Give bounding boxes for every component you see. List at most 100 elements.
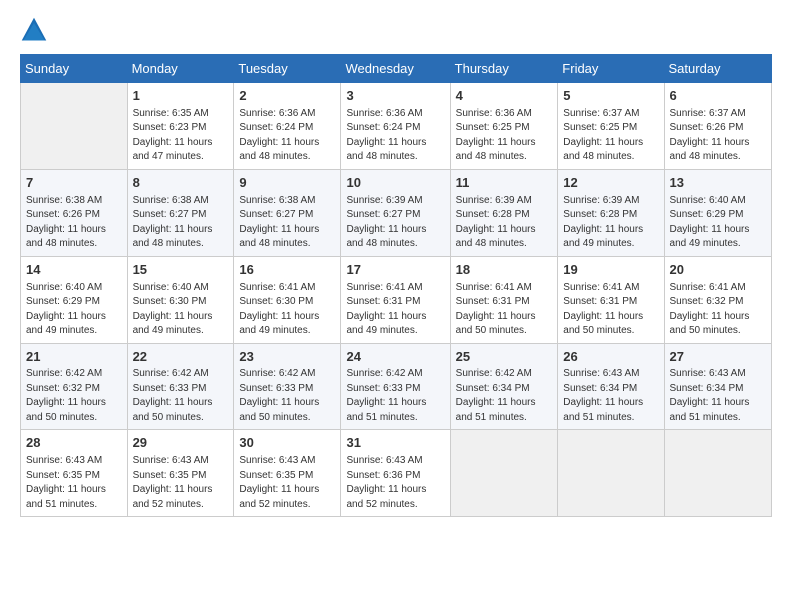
day-info: Daylight: 11 hours — [239, 483, 335, 498]
day-cell: 31Sunrise: 6:43 AMSunset: 6:36 PMDayligh… — [341, 430, 450, 517]
day-number: 13 — [670, 174, 766, 193]
day-number: 21 — [26, 348, 122, 367]
day-info: Sunset: 6:33 PM — [239, 382, 335, 397]
day-info: Sunrise: 6:37 AM — [563, 107, 658, 122]
day-info: Sunrise: 6:40 AM — [26, 281, 122, 296]
day-info: Sunrise: 6:41 AM — [456, 281, 553, 296]
day-info: Daylight: 11 hours — [133, 483, 229, 498]
day-number: 19 — [563, 261, 658, 280]
logo-icon — [20, 16, 48, 44]
day-info: and 48 minutes. — [133, 237, 229, 252]
day-number: 29 — [133, 434, 229, 453]
day-info: Sunrise: 6:40 AM — [133, 281, 229, 296]
day-number: 2 — [239, 87, 335, 106]
day-info: Daylight: 11 hours — [26, 396, 122, 411]
day-info: Daylight: 11 hours — [133, 310, 229, 325]
day-info: Sunrise: 6:43 AM — [346, 454, 444, 469]
day-info: and 48 minutes. — [346, 237, 444, 252]
day-cell: 7Sunrise: 6:38 AMSunset: 6:26 PMDaylight… — [21, 169, 128, 256]
day-info: Sunrise: 6:37 AM — [670, 107, 766, 122]
header-cell-monday: Monday — [127, 55, 234, 83]
day-info: Sunset: 6:34 PM — [670, 382, 766, 397]
day-cell: 14Sunrise: 6:40 AMSunset: 6:29 PMDayligh… — [21, 256, 128, 343]
day-cell: 4Sunrise: 6:36 AMSunset: 6:25 PMDaylight… — [450, 83, 558, 170]
day-info: and 51 minutes. — [456, 411, 553, 426]
day-number: 5 — [563, 87, 658, 106]
day-cell: 11Sunrise: 6:39 AMSunset: 6:28 PMDayligh… — [450, 169, 558, 256]
day-cell: 2Sunrise: 6:36 AMSunset: 6:24 PMDaylight… — [234, 83, 341, 170]
day-info: Sunrise: 6:38 AM — [239, 194, 335, 209]
day-number: 11 — [456, 174, 553, 193]
day-info: and 48 minutes. — [26, 237, 122, 252]
day-info: Sunrise: 6:38 AM — [26, 194, 122, 209]
day-info: Sunset: 6:27 PM — [239, 208, 335, 223]
day-cell: 9Sunrise: 6:38 AMSunset: 6:27 PMDaylight… — [234, 169, 341, 256]
day-info: Sunrise: 6:42 AM — [133, 367, 229, 382]
day-number: 17 — [346, 261, 444, 280]
day-cell: 16Sunrise: 6:41 AMSunset: 6:30 PMDayligh… — [234, 256, 341, 343]
day-number: 31 — [346, 434, 444, 453]
day-info: Daylight: 11 hours — [26, 223, 122, 238]
day-cell: 1Sunrise: 6:35 AMSunset: 6:23 PMDaylight… — [127, 83, 234, 170]
logo — [20, 16, 52, 44]
day-cell: 6Sunrise: 6:37 AMSunset: 6:26 PMDaylight… — [664, 83, 771, 170]
week-row-0: 1Sunrise: 6:35 AMSunset: 6:23 PMDaylight… — [21, 83, 772, 170]
day-info: and 48 minutes. — [456, 237, 553, 252]
day-info: Sunset: 6:25 PM — [563, 121, 658, 136]
day-info: Daylight: 11 hours — [346, 483, 444, 498]
day-info: and 51 minutes. — [346, 411, 444, 426]
day-cell — [558, 430, 664, 517]
day-info: Sunrise: 6:39 AM — [346, 194, 444, 209]
day-info: Daylight: 11 hours — [670, 136, 766, 151]
day-info: Sunset: 6:26 PM — [26, 208, 122, 223]
day-info: Sunrise: 6:42 AM — [346, 367, 444, 382]
day-info: and 50 minutes. — [133, 411, 229, 426]
day-cell: 22Sunrise: 6:42 AMSunset: 6:33 PMDayligh… — [127, 343, 234, 430]
day-info: Daylight: 11 hours — [239, 223, 335, 238]
day-info: Sunset: 6:35 PM — [133, 469, 229, 484]
day-info: Sunrise: 6:40 AM — [670, 194, 766, 209]
day-cell: 28Sunrise: 6:43 AMSunset: 6:35 PMDayligh… — [21, 430, 128, 517]
day-info: Sunrise: 6:42 AM — [239, 367, 335, 382]
day-info: Sunrise: 6:36 AM — [456, 107, 553, 122]
day-info: Sunset: 6:34 PM — [563, 382, 658, 397]
day-info: Daylight: 11 hours — [26, 483, 122, 498]
day-number: 18 — [456, 261, 553, 280]
header-cell-tuesday: Tuesday — [234, 55, 341, 83]
day-cell: 13Sunrise: 6:40 AMSunset: 6:29 PMDayligh… — [664, 169, 771, 256]
day-info: Sunrise: 6:41 AM — [563, 281, 658, 296]
day-cell: 29Sunrise: 6:43 AMSunset: 6:35 PMDayligh… — [127, 430, 234, 517]
day-number: 28 — [26, 434, 122, 453]
day-info: Daylight: 11 hours — [563, 310, 658, 325]
day-info: Daylight: 11 hours — [456, 223, 553, 238]
week-row-3: 21Sunrise: 6:42 AMSunset: 6:32 PMDayligh… — [21, 343, 772, 430]
day-info: and 48 minutes. — [670, 150, 766, 165]
week-row-4: 28Sunrise: 6:43 AMSunset: 6:35 PMDayligh… — [21, 430, 772, 517]
day-number: 20 — [670, 261, 766, 280]
day-info: and 48 minutes. — [563, 150, 658, 165]
day-info: and 50 minutes. — [670, 324, 766, 339]
day-cell: 30Sunrise: 6:43 AMSunset: 6:35 PMDayligh… — [234, 430, 341, 517]
day-info: Sunrise: 6:39 AM — [456, 194, 553, 209]
day-number: 24 — [346, 348, 444, 367]
day-info: Sunrise: 6:42 AM — [26, 367, 122, 382]
header-cell-wednesday: Wednesday — [341, 55, 450, 83]
day-info: and 48 minutes. — [239, 150, 335, 165]
day-info: Sunset: 6:30 PM — [239, 295, 335, 310]
day-info: Sunset: 6:31 PM — [346, 295, 444, 310]
day-info: and 50 minutes. — [563, 324, 658, 339]
day-info: and 52 minutes. — [346, 498, 444, 513]
day-info: and 49 minutes. — [239, 324, 335, 339]
day-cell: 17Sunrise: 6:41 AMSunset: 6:31 PMDayligh… — [341, 256, 450, 343]
day-info: Sunrise: 6:38 AM — [133, 194, 229, 209]
day-info: Sunset: 6:34 PM — [456, 382, 553, 397]
day-info: Daylight: 11 hours — [563, 396, 658, 411]
day-number: 12 — [563, 174, 658, 193]
day-number: 4 — [456, 87, 553, 106]
day-info: Sunset: 6:29 PM — [26, 295, 122, 310]
day-info: Daylight: 11 hours — [26, 310, 122, 325]
day-cell: 24Sunrise: 6:42 AMSunset: 6:33 PMDayligh… — [341, 343, 450, 430]
day-info: and 50 minutes. — [26, 411, 122, 426]
day-info: Sunrise: 6:43 AM — [133, 454, 229, 469]
day-info: Daylight: 11 hours — [346, 310, 444, 325]
